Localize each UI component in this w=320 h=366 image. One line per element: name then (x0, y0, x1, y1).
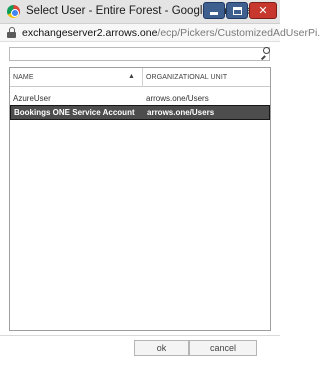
cancel-button[interactable]: cancel (189, 340, 257, 356)
url-text: exchangeserver2.arrows.one/ecp/Pickers/C… (22, 27, 320, 39)
address-bar[interactable]: exchangeserver2.arrows.one/ecp/Pickers/C… (0, 24, 320, 42)
user-list-grid: NAME ▲ ORGANIZATIONAL UNIT AzureUser arr… (9, 67, 271, 331)
table-row-selected[interactable]: Bookings ONE Service Account arrows.one/… (10, 105, 270, 120)
ok-button[interactable]: ok (134, 340, 189, 356)
maximize-icon (232, 6, 242, 15)
minimize-icon (210, 12, 218, 15)
column-header-organizational-unit[interactable]: ORGANIZATIONAL UNIT (146, 74, 227, 81)
chrome-icon (7, 5, 20, 18)
window-titlebar: Select User - Entire Forest - Google Chr… (0, 0, 280, 24)
column-divider[interactable] (142, 68, 143, 87)
cell-name: AzureUser (13, 94, 51, 103)
footer-divider (0, 335, 280, 336)
url-path: /ecp/Pickers/CustomizedAdUserPi... (157, 27, 320, 39)
lock-icon (7, 27, 16, 39)
search-icon[interactable] (260, 47, 271, 60)
table-row[interactable]: AzureUser arrows.one/Users (10, 91, 270, 105)
search-input[interactable] (9, 47, 270, 61)
close-icon: ✕ (258, 4, 268, 17)
url-host: exchangeserver2.arrows.one (22, 27, 158, 39)
sort-ascending-icon: ▲ (128, 73, 135, 80)
minimize-button[interactable] (203, 2, 225, 19)
cell-name: Bookings ONE Service Account (14, 108, 135, 117)
maximize-button[interactable] (226, 2, 248, 19)
close-button[interactable]: ✕ (249, 2, 277, 19)
cell-organizational-unit: arrows.one/Users (147, 108, 215, 117)
grid-header: NAME ▲ ORGANIZATIONAL UNIT (10, 68, 270, 87)
cell-organizational-unit: arrows.one/Users (146, 94, 209, 103)
column-header-name[interactable]: NAME (13, 74, 34, 81)
